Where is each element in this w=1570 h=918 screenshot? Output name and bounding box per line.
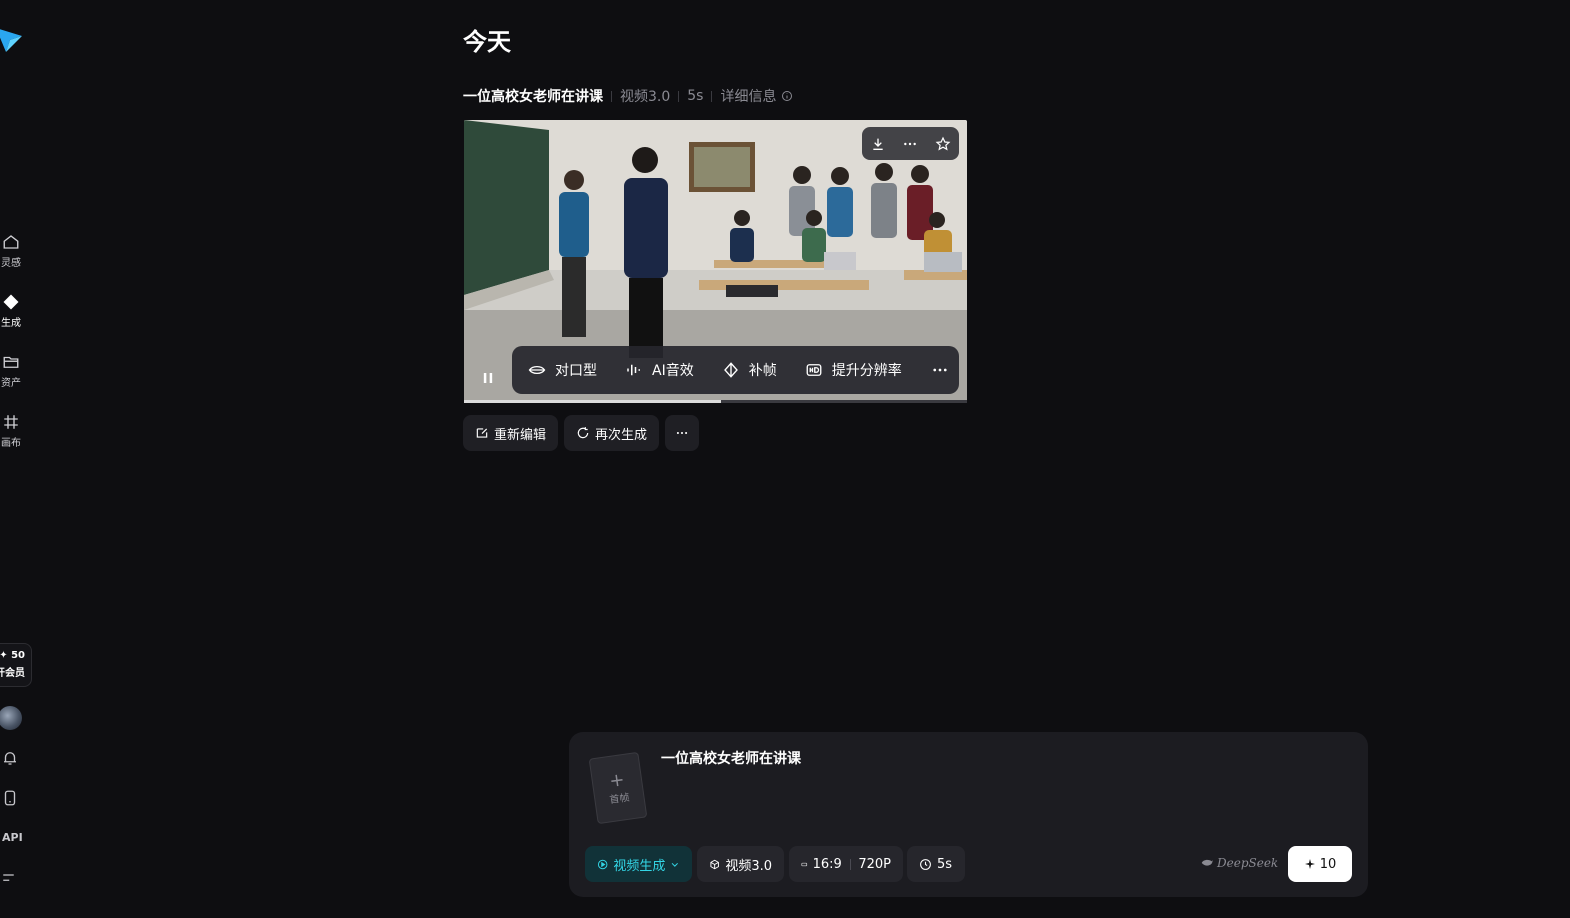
video-progress-fill bbox=[464, 400, 721, 403]
duration-label: 5s bbox=[937, 856, 953, 872]
regenerate-button[interactable]: 再次生成 bbox=[564, 415, 660, 451]
canvas-grid-icon bbox=[4, 415, 18, 429]
divider bbox=[711, 90, 713, 102]
lip-sync-icon bbox=[528, 365, 546, 375]
sidebar-item-label: 灵感 bbox=[1, 258, 21, 269]
cube-icon bbox=[710, 859, 719, 869]
page-title: 今天 bbox=[463, 28, 511, 56]
reedit-button[interactable]: 重新编辑 bbox=[463, 415, 559, 451]
video-generate-icon bbox=[597, 859, 608, 869]
generate-cost: 10 bbox=[1319, 856, 1337, 872]
more-icon bbox=[676, 431, 688, 435]
aspect-ratio-icon bbox=[801, 862, 808, 866]
tool-label: 补帧 bbox=[748, 363, 777, 379]
generation-prompt: 一位高校女老师在讲课 bbox=[463, 89, 603, 105]
more-icon[interactable] bbox=[902, 136, 918, 152]
chevron-down-icon bbox=[672, 862, 679, 867]
membership-button[interactable]: ✦ 50 开会员 bbox=[0, 643, 32, 687]
generation-model: 视频3.0 bbox=[620, 89, 671, 105]
tool-ai-sound[interactable]: AI音效 bbox=[625, 360, 694, 380]
sidebar-item-inspiration[interactable]: 灵感 bbox=[0, 233, 22, 269]
prompt-input[interactable]: 一位高校女老师在讲课 bbox=[661, 748, 801, 768]
divider bbox=[849, 858, 851, 870]
folder-icon bbox=[3, 356, 19, 368]
divider bbox=[611, 90, 612, 102]
mobile-app-icon[interactable] bbox=[1, 789, 19, 807]
video-top-actions bbox=[862, 127, 959, 160]
deepseek-badge: DeepSeek bbox=[1200, 856, 1278, 870]
ratio-resolution-selector[interactable]: 16:9 720P bbox=[789, 846, 903, 882]
tool-lip-sync[interactable]: 对口型 bbox=[528, 360, 597, 380]
more-icon[interactable] bbox=[931, 361, 949, 379]
menu-icon[interactable] bbox=[1, 869, 19, 887]
sparkle-icon bbox=[1304, 859, 1315, 869]
credit-count: ✦ 50 bbox=[0, 650, 25, 661]
reedit-label: 重新编辑 bbox=[494, 427, 547, 443]
ratio-label: 16:9 bbox=[812, 856, 842, 872]
home-icon bbox=[3, 235, 19, 249]
video-progress-bar[interactable] bbox=[464, 400, 967, 403]
hd-icon bbox=[806, 364, 822, 376]
membership-label: 开会员 bbox=[0, 668, 25, 679]
mode-label: 视频生成 bbox=[613, 858, 666, 874]
frame-interpolation-icon bbox=[723, 362, 738, 378]
api-link[interactable]: API bbox=[2, 831, 23, 844]
generation-duration: 5s bbox=[687, 88, 704, 104]
divider bbox=[678, 90, 680, 102]
mode-selector[interactable]: 视频生成 bbox=[585, 846, 692, 882]
clock-icon bbox=[920, 858, 931, 870]
sound-wave-icon bbox=[627, 364, 640, 376]
sidebar-item-generate[interactable]: 生成 bbox=[0, 293, 22, 329]
first-frame-label: 首帧 bbox=[608, 792, 631, 806]
pause-icon[interactable] bbox=[478, 368, 498, 388]
first-frame-upload[interactable]: + 首帧 bbox=[588, 751, 648, 825]
star-icon[interactable] bbox=[935, 136, 951, 152]
sidebar-item-label: 画布 bbox=[1, 438, 21, 449]
sparkle-diamond-icon bbox=[3, 294, 19, 310]
refresh-icon bbox=[577, 427, 589, 439]
tool-label: AI音效 bbox=[652, 363, 694, 379]
sidebar-item-canvas[interactable]: 画布 bbox=[0, 413, 22, 449]
tool-label: 对口型 bbox=[555, 363, 597, 379]
sidebar-item-assets[interactable]: 资产 bbox=[0, 353, 22, 389]
download-icon[interactable] bbox=[870, 136, 886, 152]
regenerate-label: 再次生成 bbox=[595, 427, 648, 443]
details-link[interactable]: 详细信息 bbox=[720, 86, 776, 106]
sidebar-item-label: 生成 bbox=[1, 318, 21, 329]
resolution-label: 720P bbox=[858, 856, 891, 872]
sidebar-item-label: 资产 bbox=[1, 378, 21, 389]
tool-label: 提升分辨率 bbox=[831, 363, 902, 379]
generate-button[interactable]: 10 bbox=[1288, 846, 1352, 882]
provider-label: DeepSeek bbox=[1217, 856, 1279, 870]
model-label: 视频3.0 bbox=[725, 858, 772, 874]
plus-icon: + bbox=[607, 768, 626, 792]
avatar[interactable] bbox=[0, 706, 22, 730]
tool-upscale[interactable]: 提升分辨率 bbox=[805, 360, 902, 380]
app-logo[interactable] bbox=[0, 24, 24, 54]
whale-icon bbox=[1201, 859, 1213, 866]
edit-icon bbox=[476, 428, 488, 438]
video-toolbar: 对口型 AI音效 补帧 提升分辨率 bbox=[512, 346, 959, 394]
duration-selector[interactable]: 5s bbox=[907, 846, 965, 882]
tool-frame-interpolation[interactable]: 补帧 bbox=[722, 360, 777, 380]
generation-meta: 一位高校女老师在讲课 视频3.0 5s 详细信息 bbox=[463, 86, 793, 106]
more-actions-button[interactable] bbox=[665, 415, 700, 451]
generation-actions: 重新编辑 再次生成 bbox=[463, 415, 700, 451]
info-icon[interactable] bbox=[781, 90, 793, 102]
model-selector[interactable]: 视频3.0 bbox=[697, 846, 784, 882]
bell-icon[interactable] bbox=[1, 749, 19, 767]
